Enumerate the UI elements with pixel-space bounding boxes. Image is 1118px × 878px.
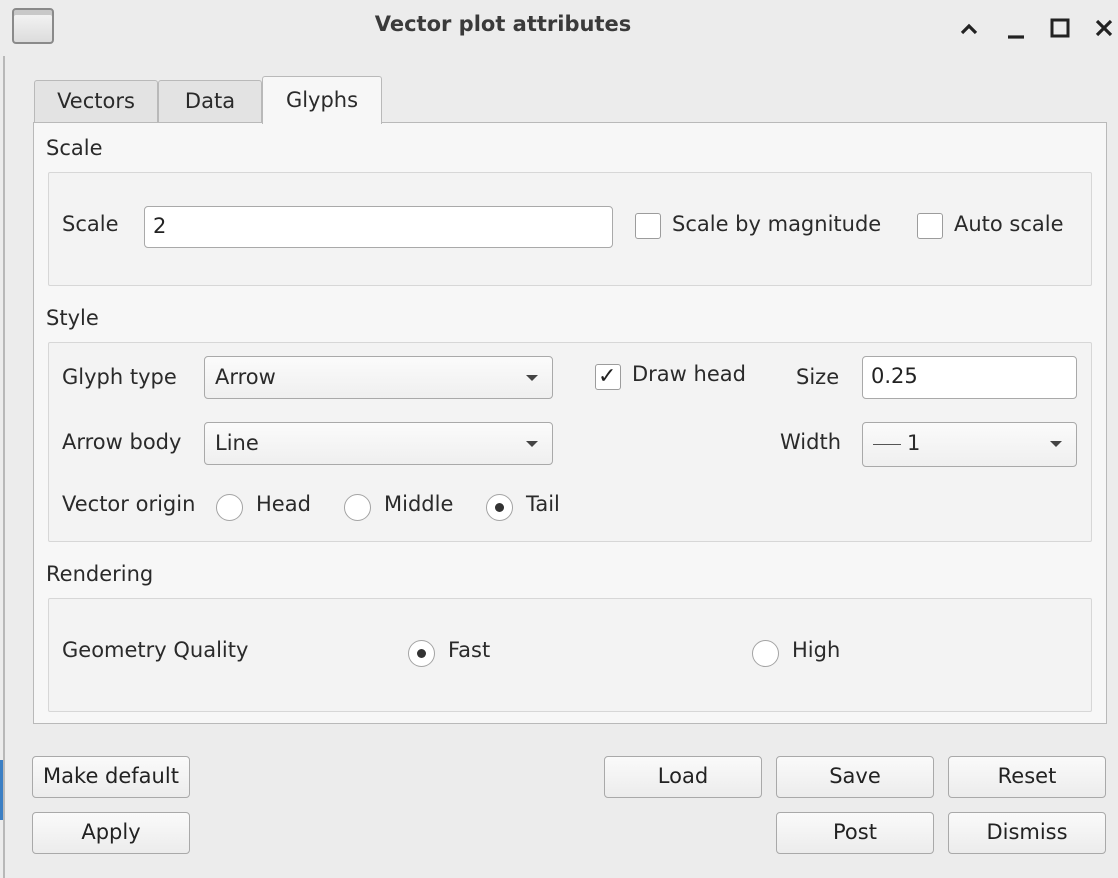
size-label: Size [796, 365, 840, 389]
size-input[interactable]: 0.25 [862, 356, 1077, 399]
shade-icon[interactable] [953, 12, 985, 44]
scale-by-magnitude-label: Scale by magnitude [672, 212, 882, 236]
scale-label: Scale [62, 212, 119, 236]
quality-high-label: High [792, 638, 841, 662]
arrow-body-select[interactable]: Line [204, 422, 553, 465]
style-section-label: Style [46, 306, 99, 330]
minimize-icon[interactable] [1000, 12, 1032, 44]
make-default-button[interactable]: Make default [32, 756, 190, 798]
scale-by-magnitude-checkbox[interactable] [635, 213, 661, 239]
glyph-type-select[interactable]: Arrow [204, 356, 553, 399]
reset-button[interactable]: Reset [948, 756, 1106, 798]
origin-tail-label: Tail [526, 492, 560, 516]
apply-button[interactable]: Apply [32, 812, 190, 854]
arrow-body-value: Line [215, 431, 259, 455]
radio-selected-dot [495, 503, 504, 512]
maximize-icon[interactable] [1044, 12, 1076, 44]
scale-input[interactable]: 2 [144, 206, 613, 248]
chevron-down-icon [526, 441, 538, 447]
tab-data[interactable]: Data [158, 80, 262, 123]
checkmark-icon: ✓ [598, 364, 617, 389]
width-value: 1 [907, 431, 921, 455]
glyph-type-label: Glyph type [62, 365, 177, 389]
width-select[interactable]: 1 [862, 422, 1077, 467]
close-icon[interactable] [1088, 12, 1118, 44]
origin-head-label: Head [256, 492, 311, 516]
geometry-quality-label: Geometry Quality [62, 638, 249, 662]
quality-fast-label: Fast [448, 638, 491, 662]
vector-origin-label: Vector origin [62, 492, 196, 516]
origin-head-radio[interactable] [216, 494, 243, 521]
window-title: Vector plot attributes [374, 12, 632, 36]
glyph-type-value: Arrow [215, 365, 276, 389]
chevron-down-icon [1050, 441, 1062, 447]
origin-middle-label: Middle [384, 492, 454, 516]
background-window-edge [0, 760, 3, 820]
tab-vectors[interactable]: Vectors [34, 80, 158, 123]
tab-label: Vectors [57, 89, 135, 113]
draw-head-label: Draw head [632, 362, 746, 386]
post-button[interactable]: Post [776, 812, 934, 854]
tab-label: Glyphs [285, 88, 359, 112]
width-label: Width [780, 430, 842, 454]
auto-scale-label: Auto scale [954, 212, 1064, 236]
auto-scale-checkbox[interactable] [917, 213, 943, 239]
window-frame [3, 56, 5, 878]
load-button[interactable]: Load [604, 756, 762, 798]
save-button[interactable]: Save [776, 756, 934, 798]
origin-tail-radio[interactable] [486, 494, 513, 521]
scale-section-label: Scale [46, 136, 103, 160]
tab-glyphs[interactable]: Glyphs [262, 76, 382, 124]
dismiss-button[interactable]: Dismiss [948, 812, 1106, 854]
arrow-body-label: Arrow body [62, 430, 182, 454]
draw-head-checkbox[interactable]: ✓ [595, 364, 621, 390]
radio-selected-dot [417, 649, 426, 658]
tab-label: Data [184, 89, 236, 113]
quality-high-radio[interactable] [752, 640, 779, 667]
rendering-section-label: Rendering [46, 562, 154, 586]
line-sample-icon [873, 443, 901, 445]
chevron-down-icon [526, 375, 538, 381]
origin-middle-radio[interactable] [344, 494, 371, 521]
quality-fast-radio[interactable] [408, 640, 435, 667]
